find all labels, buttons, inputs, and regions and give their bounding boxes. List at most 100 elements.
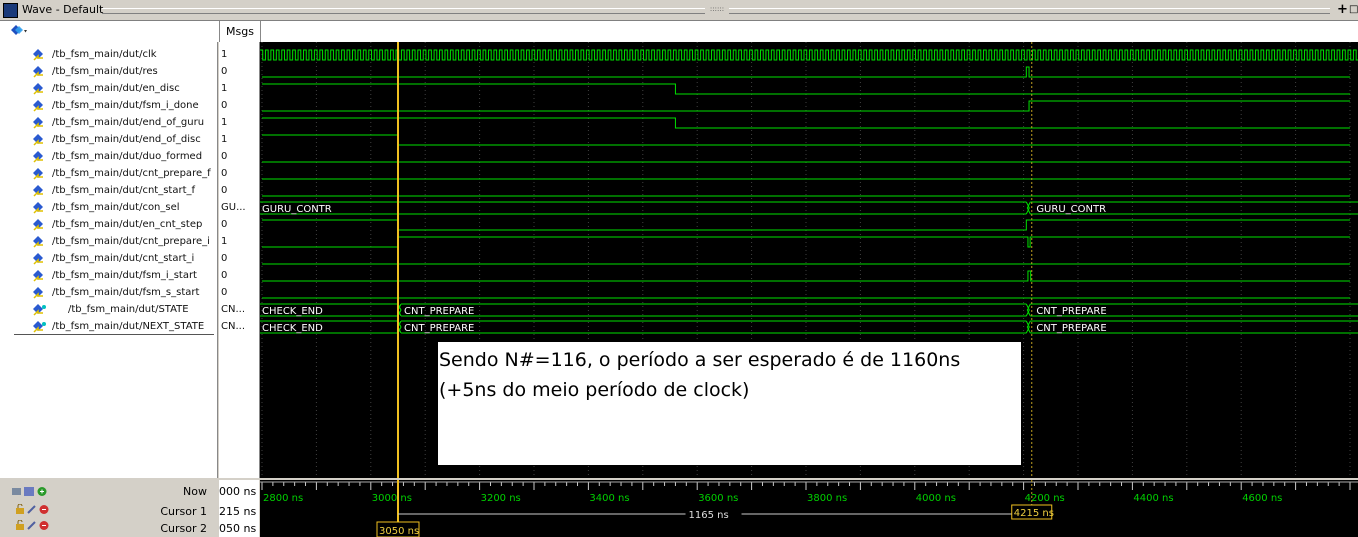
signal-value: 0 (221, 66, 228, 77)
timeline-tick-label: 4400 ns (1133, 493, 1173, 504)
signal-row[interactable]: /tb_fsm_main/dut/fsm_i_done (0, 97, 217, 114)
state-value-label: CNT_PREPARE (404, 306, 474, 317)
signal-icon (33, 202, 43, 214)
signal-row[interactable]: /tb_fsm_main/dut/cnt_start_f (0, 182, 217, 199)
signal-name: /tb_fsm_main/dut/en_cnt_step (52, 219, 203, 230)
undock-button[interactable]: □ (1349, 3, 1358, 16)
list-end-marker (14, 334, 214, 335)
signal-name: /tb_fsm_main/dut/end_of_guru (52, 117, 205, 128)
signal-row[interactable]: /tb_fsm_main/dut/cnt_start_i (0, 250, 217, 267)
signal-row[interactable]: /tb_fsm_main/dut/clk (0, 46, 217, 63)
state-signal-icon (33, 321, 46, 333)
signal-value: 1 (221, 236, 228, 247)
signal-trace (262, 83, 1350, 95)
signal-icon (33, 236, 43, 248)
signal-row[interactable]: /tb_fsm_main/dut/fsm_i_start (0, 267, 217, 284)
signal-value: 0 (221, 151, 228, 162)
signal-icon (33, 134, 43, 146)
timeline-pane[interactable]: 2800 ns 3000 ns 3200 ns 3400 ns 3600 ns 3800 … (260, 480, 1358, 537)
signal-value: 1 (221, 117, 228, 128)
signal-icon (33, 270, 43, 282)
cursor2-lock-icon[interactable] (15, 520, 51, 531)
state-signal-icon (33, 304, 46, 316)
signal-name: /tb_fsm_main/dut/fsm_i_start (52, 270, 197, 281)
state-value-label: CNT_PREPARE (1036, 323, 1106, 334)
maximize-button[interactable]: + (1337, 3, 1348, 16)
grip-handle[interactable]: :::::: (705, 5, 729, 14)
timeline-tick-label: 4000 ns (916, 493, 956, 504)
signal-name: /tb_fsm_main/dut/res (52, 66, 158, 77)
signal-name: /tb_fsm_main/dut/cnt_prepare_f (52, 168, 211, 179)
signal-row[interactable]: /tb_fsm_main/dut/cnt_prepare_f (0, 165, 217, 182)
timeline-canvas[interactable]: 2800 ns 3000 ns 3200 ns 3400 ns 3600 ns 3800 … (260, 480, 1358, 537)
timeline-tick-label: 3200 ns (481, 493, 521, 504)
signal-name: /tb_fsm_main/dut/end_of_disc (52, 134, 201, 145)
signal-value: 0 (221, 253, 228, 264)
now-value: 000 ns (219, 485, 257, 498)
signal-icon (33, 219, 43, 231)
cursor-1-time: 4215 ns (1014, 508, 1054, 519)
cursor2-value: 050 ns (219, 522, 257, 535)
signal-value: 0 (221, 185, 228, 196)
timeline-tick-label: 3600 ns (698, 493, 738, 504)
signal-trace (262, 66, 1350, 78)
wave-window-icon (3, 3, 18, 18)
state-value-label: CHECK_END (262, 306, 323, 317)
state-value-label: CNT_PREPARE (1036, 306, 1106, 317)
signal-row[interactable]: /tb_fsm_main/dut/en_disc (0, 80, 217, 97)
signal-value: 0 (221, 270, 228, 281)
signal-row[interactable]: /tb_fsm_main/dut/en_cnt_step (0, 216, 217, 233)
signal-value-pane: 1 0 1 0 1 1 0 0 0 GU... 0 1 0 0 0 CN... CN... (219, 42, 260, 478)
signal-name: /tb_fsm_main/dut/en_disc (52, 83, 180, 94)
column-header: Msgs (0, 21, 1358, 42)
signal-name: /tb_fsm_main/dut/NEXT_STATE (52, 321, 205, 332)
cursor-panel: Now Cursor 1 Cursor 2 000 ns 215 ns 050 … (0, 480, 1358, 537)
cursor1-lock-icon[interactable] (15, 504, 51, 515)
signal-name: /tb_fsm_main/dut/cnt_start_f (52, 185, 196, 196)
cursor-tools-icon[interactable] (12, 486, 48, 497)
signal-value: 0 (221, 168, 228, 179)
state-value-label: CHECK_END (262, 323, 323, 334)
window-titlebar: Wave - Default :::::: + □ (0, 0, 1358, 21)
signal-name: /tb_fsm_main/dut/fsm_i_done (52, 100, 199, 111)
signal-icon (33, 253, 43, 265)
signal-value: 0 (221, 219, 228, 230)
bus-value-label: GURU_CONTR (262, 204, 332, 215)
signal-row[interactable]: /tb_fsm_main/dut/res (0, 63, 217, 80)
signal-row[interactable]: /tb_fsm_main/dut/con_sel (0, 199, 217, 216)
cursor2-label: Cursor 2 (160, 522, 207, 535)
msgs-header: Msgs (219, 21, 260, 42)
now-label: Now (183, 485, 207, 498)
signal-value: CN... (221, 304, 245, 315)
signal-row[interactable]: /tb_fsm_main/dut/end_of_guru (0, 114, 217, 131)
signal-value: GU... (221, 202, 246, 213)
timeline-tick-label: 4200 ns (1025, 493, 1065, 504)
cursor-name-pane: Now Cursor 1 Cursor 2 (0, 480, 217, 537)
signal-row[interactable]: /tb_fsm_main/dut/STATE (0, 301, 217, 318)
signal-row[interactable]: /tb_fsm_main/dut/fsm_s_start (0, 284, 217, 301)
signal-row[interactable]: /tb_fsm_main/dut/duo_formed (0, 148, 217, 165)
signal-name: /tb_fsm_main/dut/cnt_prepare_i (52, 236, 210, 247)
signal-name: /tb_fsm_main/dut/cnt_start_i (52, 253, 195, 264)
signal-icon (33, 185, 43, 197)
signal-value: 0 (221, 287, 228, 298)
timeline-tick-label: 3000 ns (372, 493, 412, 504)
cursor1-value: 215 ns (219, 505, 257, 518)
timeline-tick-label: 3800 ns (807, 493, 847, 504)
signal-icon (33, 100, 43, 112)
bus-trace (260, 201, 1358, 215)
signal-name-pane[interactable]: /tb_fsm_main/dut/clk/tb_fsm_main/dut/res… (0, 42, 218, 478)
bus-value-label: GURU_CONTR (1036, 204, 1106, 215)
signal-trace (262, 270, 1350, 282)
signal-row[interactable]: /tb_fsm_main/dut/NEXT_STATE (0, 318, 217, 335)
signal-row[interactable]: /tb_fsm_main/dut/cnt_prepare_i (0, 233, 217, 250)
signal-row[interactable]: /tb_fsm_main/dut/end_of_disc (0, 131, 217, 148)
signal-name: /tb_fsm_main/dut/STATE (68, 304, 189, 315)
diamond-layers-icon[interactable] (10, 24, 28, 38)
cursor-2-time: 3050 ns (379, 526, 419, 537)
signal-value: 1 (221, 134, 228, 145)
signal-name: /tb_fsm_main/dut/con_sel (52, 202, 180, 213)
signal-icon (33, 168, 43, 180)
wave-header (260, 21, 1358, 42)
signal-value: 1 (221, 49, 228, 60)
